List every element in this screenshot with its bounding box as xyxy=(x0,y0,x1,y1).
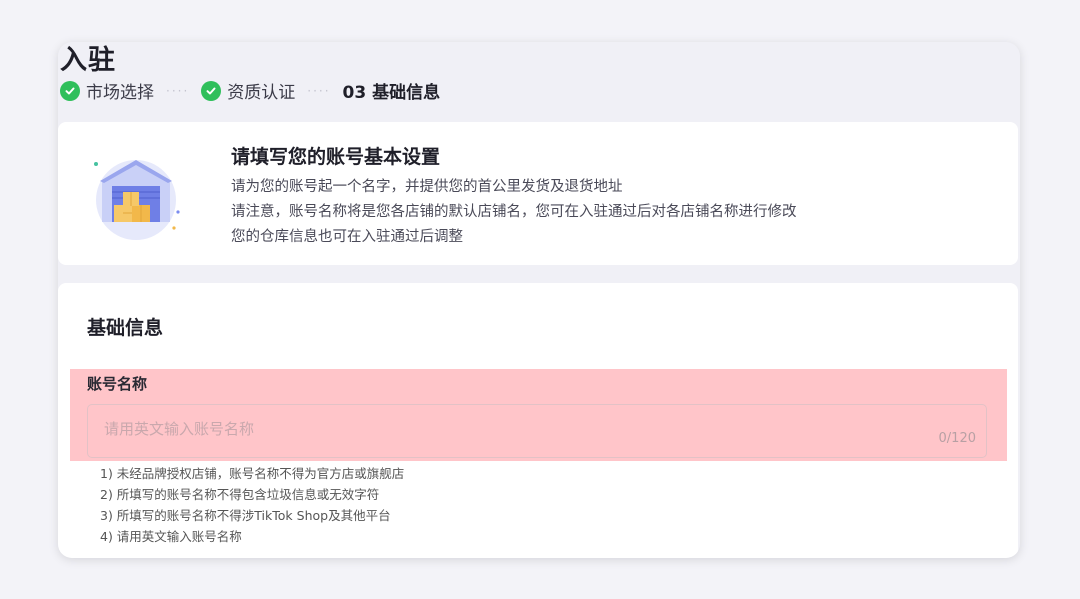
section-title: 基础信息 xyxy=(87,317,164,339)
step-label: 03 基础信息 xyxy=(342,83,441,103)
basic-info-form: 基础信息 账号名称 0/120 1) 未经品牌授权店铺，账号名称不得为官方店或旗… xyxy=(58,283,1018,558)
rule-item: 1) 未经品牌授权店铺，账号名称不得为官方店或旗舰店 xyxy=(100,466,405,481)
intro-line: 请注意，账号名称将是您各店铺的默认店铺名，您可在入驻通过后对各店铺名称进行修改 xyxy=(231,204,797,220)
step-label: 市场选择 xyxy=(86,83,154,103)
rule-item: 4) 请用英文输入账号名称 xyxy=(100,529,242,544)
warehouse-illustration xyxy=(86,150,186,240)
step-basic-info: 03 基础信息 xyxy=(343,78,441,103)
intro-line: 您的仓库信息也可在入驻通过后调整 xyxy=(231,229,463,245)
step-label: 资质认证 xyxy=(227,83,296,103)
onboarding-window: 入驻 市场选择 ···· 资质认证 ···· 03 基础信息 请填写您的账号基本… xyxy=(58,42,1020,558)
step-market-selection[interactable]: 市场选择 xyxy=(60,78,154,103)
account-name-input[interactable] xyxy=(102,419,906,439)
rule-item: 2) 所填写的账号名称不得包含垃圾信息或无效字符 xyxy=(100,487,380,502)
intro-heading: 请填写您的账号基本设置 xyxy=(231,146,441,168)
check-icon xyxy=(60,80,80,101)
name-rules: 1) 未经品牌授权店铺，账号名称不得为官方店或旗舰店 2) 所填写的账号名称不得… xyxy=(100,463,404,547)
rule-item: 3) 所填写的账号名称不得涉TikTok Shop及其他平台 xyxy=(100,508,391,523)
account-name-field[interactable]: 0/120 xyxy=(87,404,987,458)
intro-card: 请填写您的账号基本设置 请为您的账号起一个名字，并提供您的首公里发货及退货地址 … xyxy=(58,122,1018,265)
progress-steps: 市场选择 ···· 资质认证 ···· 03 基础信息 xyxy=(60,78,440,103)
char-counter: 0/120 xyxy=(938,431,976,446)
intro-line: 请为您的账号起一个名字，并提供您的首公里发货及退货地址 xyxy=(231,179,623,195)
account-name-label: 账号名称 xyxy=(87,375,148,393)
step-separator: ···· xyxy=(307,83,331,98)
page-title: 入驻 xyxy=(60,45,116,76)
check-icon xyxy=(201,80,222,101)
step-qualification[interactable]: 资质认证 xyxy=(201,78,295,103)
step-separator: ···· xyxy=(166,83,190,98)
